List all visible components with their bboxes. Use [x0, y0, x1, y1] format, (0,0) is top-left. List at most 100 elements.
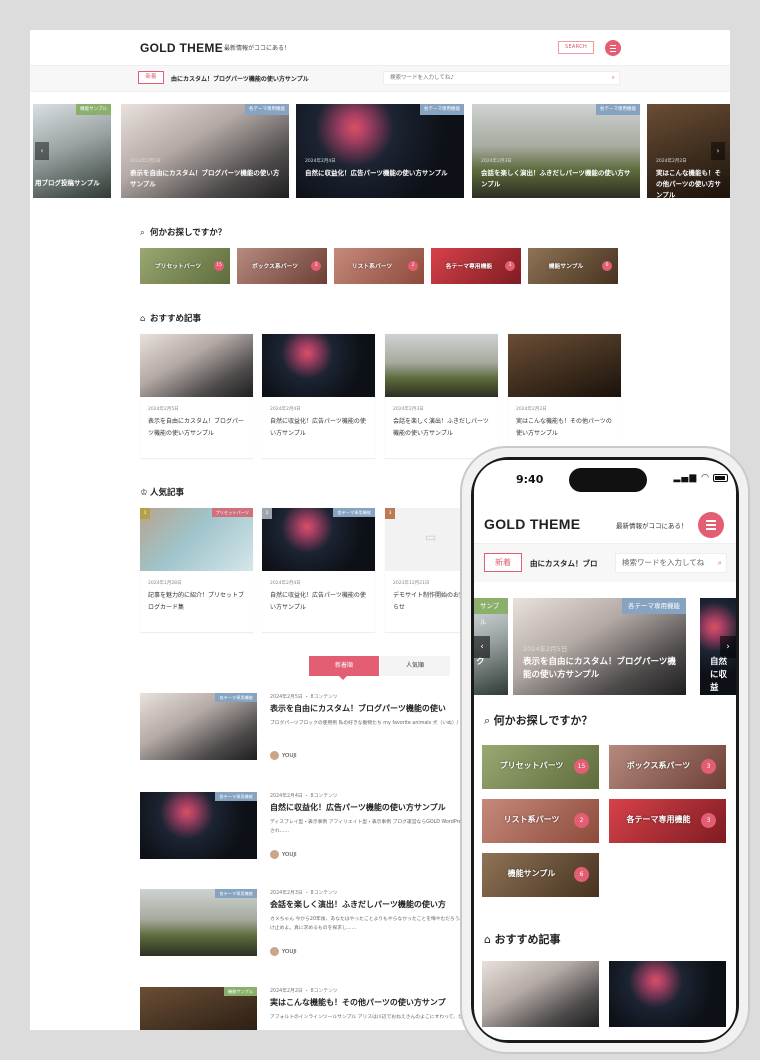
popular-card[interactable]: 1 プリセットパーツ 2024年1月28日 記事を魅力的に紹介！プリセットブログ…: [140, 508, 253, 633]
search-icon[interactable]: ⌕: [718, 554, 722, 572]
signal-wifi-icon: ▂▄▆ ◠: [673, 473, 710, 483]
featured-slider: 機能サンプル 用ブログ投稿サンプル 各テーマ専用機能 2024年2月5日 表示を…: [30, 104, 730, 198]
post-meta: 2024年2月3日 ・ 8コンテンツ: [270, 891, 338, 896]
slide-category: サンプル: [474, 598, 508, 626]
article-card[interactable]: [609, 961, 726, 1027]
category-count-badge: 2: [574, 813, 589, 828]
card-title: 自然に収益化！広告パーツ機能の使い方サンプル: [270, 592, 366, 611]
slide-title: 用ブログ投稿サンプル: [35, 179, 100, 187]
rank-badge: 3: [385, 508, 395, 519]
slide[interactable]: 各テーマ専用機能 2024年2月3日 会話を楽しく演出！ふきだしパーツ機能の使い…: [472, 104, 640, 198]
article-card[interactable]: 2024年2月2日 実はこんな機能も！その他パーツの使い方サンプル: [508, 334, 621, 459]
image-placeholder-icon: ▭: [425, 530, 437, 544]
category-chip[interactable]: プリセットパーツ 15: [140, 248, 230, 284]
slide[interactable]: 各テーマ専用機能 2024年2月4日 自然に収益化！広告パーツ機能の使い方サンプ…: [296, 104, 464, 198]
new-badge: 新着: [484, 553, 522, 572]
category-chip[interactable]: ボックス系パーツ 3: [237, 248, 327, 284]
avatar: [270, 947, 279, 956]
slide-date: 2024年2月5日: [130, 159, 161, 164]
search-section-heading: ⌕ 何かお探しですか？: [140, 228, 227, 238]
post-author: YOUJI: [270, 850, 297, 859]
slide-title: 表示を自由にカスタム！ブログパーツ機能の使い方サンプル: [523, 657, 676, 680]
article-card[interactable]: [482, 961, 599, 1027]
phone-bezel: 9:40 ▂▄▆ ◠ GOLD THEME 最新情報がココにある！ 新着 由にカ…: [471, 457, 739, 1043]
category-chip[interactable]: 各テーマ専用機能 3: [609, 799, 726, 843]
slide-date: 2024年2月4日: [305, 159, 336, 164]
status-bar: 9:40 ▂▄▆ ◠: [474, 460, 736, 500]
category-count-badge: 6: [574, 867, 589, 882]
news-ticker[interactable]: 由にカスタム！ブロ: [530, 558, 608, 569]
card-title: 会話を楽しく演出！ふきだしパーツ機能の使い方サンプル: [393, 418, 489, 437]
card-title: 記事を魅力的に紹介！プリセットブログカード集: [148, 592, 245, 611]
card-category: 各テーマ専用機能: [333, 508, 375, 517]
category-chip[interactable]: ボックス系パーツ 3: [609, 745, 726, 789]
category-chip[interactable]: リスト系パーツ 2: [334, 248, 424, 284]
tab-popular[interactable]: 人気順: [380, 656, 450, 676]
slide-title: 実はこんな機能も！その他パーツの使い方サンプル: [656, 169, 721, 198]
status-time: 9:40: [516, 473, 544, 486]
post-title[interactable]: 実はこんな機能も！その他パーツの使い方サンプ: [270, 997, 446, 1008]
article-card[interactable]: 2024年2月3日 会話を楽しく演出！ふきだしパーツ機能の使い方サンプル: [385, 334, 498, 459]
slide-date: 2024年2月5日: [523, 645, 568, 653]
category-chip[interactable]: 各テーマ専用機能 3: [431, 248, 521, 284]
slider-next-arrow-icon[interactable]: ›: [711, 142, 725, 160]
category-count-badge: 2: [408, 261, 418, 271]
post-title[interactable]: 会話を楽しく演出！ふきだしパーツ機能の使い方: [270, 899, 446, 910]
category-chip[interactable]: リスト系パーツ 2: [482, 799, 599, 843]
post-title[interactable]: 自然に収益化！広告パーツ機能の使い方サンプル: [270, 802, 446, 813]
search-input[interactable]: 検索ワードを入力してね ⌕: [615, 553, 727, 573]
news-bar: 新着 由にカスタム！ブロ 検索ワードを入力してね ⌕: [474, 544, 736, 582]
slide[interactable]: 各テーマ専用機能 2024年2月5日 表示を自由にカスタム！ブログパーツ機能の使…: [121, 104, 289, 198]
search-section-heading: ⌕ 何かお探しですか？: [484, 714, 593, 727]
dynamic-island: [569, 468, 647, 492]
search-input[interactable]: 検索ワードを入力してね♪ ⌕: [383, 71, 620, 85]
search-button[interactable]: SEARCH: [558, 41, 594, 54]
slide-category: 機能サンプル: [76, 104, 111, 115]
category-chip[interactable]: 機能サンプル 6: [482, 853, 599, 897]
popular-card[interactable]: 2 各テーマ専用機能 2024年2月4日 自然に収益化！広告パーツ機能の使い方サ…: [262, 508, 375, 633]
post-title[interactable]: 表示を自由にカスタム！ブログパーツ機能の使い: [270, 703, 446, 714]
search-placeholder: 検索ワードを入力してね♪: [390, 75, 454, 81]
rank-badge: 1: [140, 508, 150, 519]
slide-title: 自然に収益化！広告パーツ機能の使い方サンプル: [305, 169, 448, 177]
crown-icon: ♔: [140, 488, 148, 498]
category-chip[interactable]: 機能サンプル 6: [528, 248, 618, 284]
news-ticker[interactable]: 由にカスタム！ブログパーツ機能の使い方サンプル: [171, 74, 309, 83]
category-count-badge: 3: [505, 261, 515, 271]
phone-mockup: 9:40 ▂▄▆ ◠ GOLD THEME 最新情報がココにある！ 新着 由にカ…: [460, 446, 750, 1054]
card-title: 表示を自由にカスタム！ブログパーツ機能の使い方サンプル: [148, 418, 245, 437]
search-icon[interactable]: ⌕: [612, 72, 615, 84]
category-count-badge: 3: [701, 813, 716, 828]
category-count-badge: 15: [214, 261, 224, 271]
article-card[interactable]: 2024年2月4日 自然に収益化！広告パーツ機能の使い方サンプル: [262, 334, 375, 459]
slider-prev-arrow-icon[interactable]: ‹: [474, 636, 490, 658]
recommended-heading: ⌂ おすすめ記事: [140, 314, 202, 324]
card-date: 2024年1月28日: [148, 581, 182, 586]
slider-next-arrow-icon[interactable]: ›: [720, 636, 736, 658]
hamburger-menu-icon[interactable]: [698, 512, 724, 538]
category-count-badge: 15: [574, 759, 589, 774]
search-icon: ⌕: [484, 714, 494, 727]
new-badge: 新着: [138, 71, 164, 84]
article-card[interactable]: 2024年2月5日 表示を自由にカスタム！ブログパーツ機能の使い方サンプル: [140, 334, 253, 459]
card-date: 2023年12月21日: [393, 581, 430, 586]
popular-heading: ♔ 人気記事: [140, 488, 185, 498]
card-date: 2024年2月4日: [270, 581, 301, 586]
slide-title: 自然に収益化！広告パーツ機能の使い: [710, 657, 728, 693]
slider-prev-arrow-icon[interactable]: ‹: [35, 142, 49, 160]
site-logo[interactable]: GOLD THEME: [484, 516, 580, 532]
avatar: [270, 751, 279, 760]
tab-new[interactable]: 新着順: [309, 656, 379, 680]
card-title: 自然に収益化！広告パーツ機能の使い方サンプル: [270, 418, 366, 437]
building-icon: ⌂: [140, 314, 146, 324]
hamburger-menu-icon[interactable]: [605, 40, 621, 56]
post-author: YOUJI: [270, 751, 297, 760]
card-title: デモサイト制作開始のお知らせ: [393, 592, 466, 611]
category-count-badge: 3: [311, 261, 321, 271]
featured-slider: サンプル ク 各テーマ専用機能 2024年2月5日 表示を自由にカスタム！ブログ…: [474, 598, 736, 695]
avatar: [270, 850, 279, 859]
slide-category: 各テーマ専用機能: [622, 598, 686, 614]
slide[interactable]: 各テーマ専用機能 2024年2月5日 表示を自由にカスタム！ブログパーツ機能の使…: [513, 598, 686, 695]
site-logo[interactable]: GOLD THEME: [140, 41, 223, 55]
category-chip[interactable]: プリセットパーツ 15: [482, 745, 599, 789]
